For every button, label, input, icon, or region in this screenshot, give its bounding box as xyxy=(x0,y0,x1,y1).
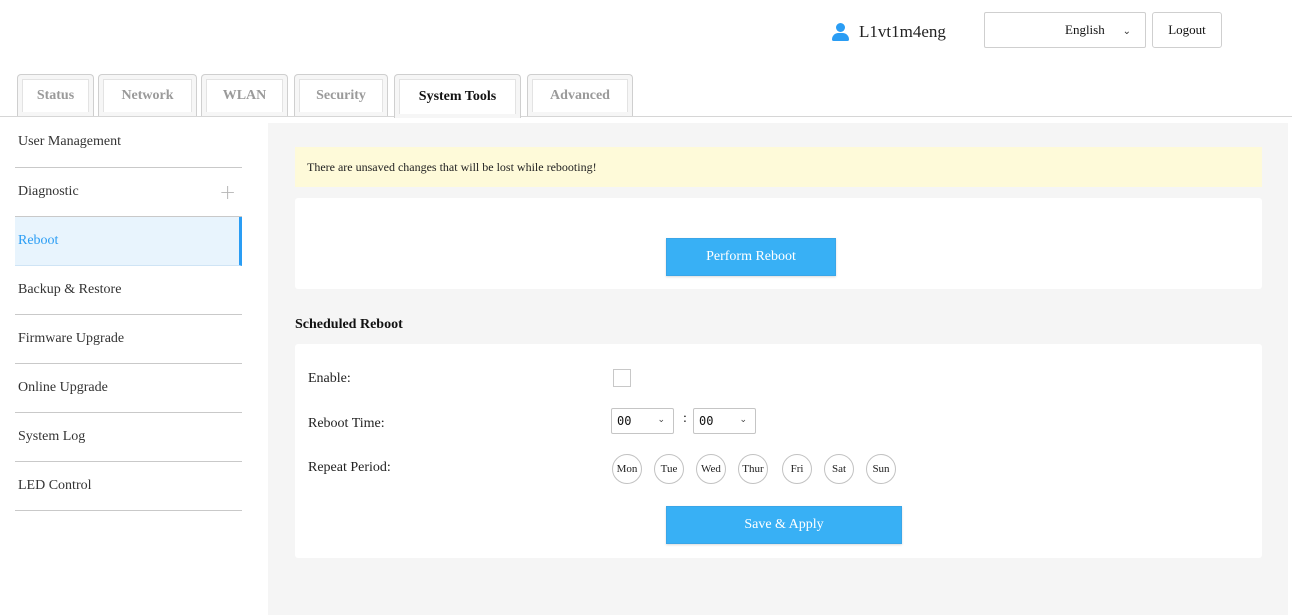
logout-button[interactable]: Logout xyxy=(1152,12,1222,48)
user-icon xyxy=(831,22,849,42)
tab-wlan[interactable]: WLAN xyxy=(201,74,288,116)
language-select[interactable]: English ⌄ xyxy=(984,12,1146,48)
tab-advanced[interactable]: Advanced xyxy=(527,74,633,116)
tab-label: Security xyxy=(299,79,383,112)
sidebar-item-label: User Management xyxy=(18,134,122,149)
hour-value: 00 xyxy=(617,414,632,428)
plus-icon[interactable]: + xyxy=(219,180,236,204)
day-toggle-tue[interactable]: Tue xyxy=(654,454,684,484)
tab-label: WLAN xyxy=(206,79,283,112)
username: L1vt1m4eng xyxy=(859,22,946,41)
day-toggle-mon[interactable]: Mon xyxy=(612,454,642,484)
sidebar-item-label: Diagnostic xyxy=(18,184,79,199)
enable-label: Enable: xyxy=(308,371,351,386)
chevron-down-icon: ⌄ xyxy=(739,415,747,425)
time-separator: : xyxy=(683,411,687,426)
top-bar: L1vt1m4eng English ⌄ Logout xyxy=(0,0,1292,62)
language-value: English xyxy=(1065,22,1105,37)
scheduled-reboot-title: Scheduled Reboot xyxy=(295,317,403,332)
minute-value: 00 xyxy=(699,414,714,428)
day-toggle-fri[interactable]: Fri xyxy=(782,454,812,484)
tab-label: Status xyxy=(22,79,89,112)
main-content: There are unsaved changes that will be l… xyxy=(268,123,1288,615)
sidebar-item-led-control[interactable]: LED Control xyxy=(15,462,242,511)
tab-label: Advanced xyxy=(532,79,628,112)
save-apply-button[interactable]: Save & Apply xyxy=(666,506,902,544)
day-toggle-thur[interactable]: Thur xyxy=(738,454,768,484)
tab-system-tools[interactable]: System Tools xyxy=(394,74,521,118)
sidebar-item-label: System Log xyxy=(18,429,86,444)
sidebar-item-label: Backup & Restore xyxy=(18,282,122,297)
sidebar-item-diagnostic[interactable]: Diagnostic + xyxy=(15,168,242,217)
tab-network[interactable]: Network xyxy=(98,74,197,116)
sidebar-item-system-log[interactable]: System Log xyxy=(15,413,242,462)
sidebar-item-user-management[interactable]: User Management xyxy=(15,119,242,168)
tab-status[interactable]: Status xyxy=(17,74,94,116)
sidebar-item-backup-restore[interactable]: Backup & Restore xyxy=(15,266,242,315)
chevron-down-icon: ⌄ xyxy=(657,415,665,425)
reboot-time-label: Reboot Time: xyxy=(308,416,385,431)
user-info: L1vt1m4eng xyxy=(831,20,946,44)
tab-security[interactable]: Security xyxy=(294,74,388,116)
sidebar-item-online-upgrade[interactable]: Online Upgrade xyxy=(15,364,242,413)
sidebar-item-label: LED Control xyxy=(18,478,92,493)
day-toggle-wed[interactable]: Wed xyxy=(696,454,726,484)
tab-divider xyxy=(0,116,1292,117)
day-toggle-sat[interactable]: Sat xyxy=(824,454,854,484)
sidebar-item-label: Firmware Upgrade xyxy=(18,331,125,346)
tab-label: Network xyxy=(103,79,192,112)
scheduled-reboot-panel: Enable: Reboot Time: 00 ⌄ : 00 ⌄ Repeat … xyxy=(295,344,1262,558)
sidebar-item-firmware-upgrade[interactable]: Firmware Upgrade xyxy=(15,315,242,364)
tab-label: System Tools xyxy=(399,79,516,114)
perform-reboot-button[interactable]: Perform Reboot xyxy=(666,238,836,276)
sidebar-item-reboot[interactable]: Reboot xyxy=(15,217,242,266)
unsaved-changes-warning: There are unsaved changes that will be l… xyxy=(295,147,1262,187)
sidebar: User Management Diagnostic + Reboot Back… xyxy=(15,119,242,511)
sidebar-item-label: Online Upgrade xyxy=(18,380,108,395)
minute-select[interactable]: 00 ⌄ xyxy=(693,408,756,434)
sidebar-item-label: Reboot xyxy=(18,233,59,248)
reboot-panel: Perform Reboot xyxy=(295,198,1262,289)
chevron-down-icon: ⌄ xyxy=(1122,26,1131,37)
day-toggle-sun[interactable]: Sun xyxy=(866,454,896,484)
hour-select[interactable]: 00 ⌄ xyxy=(611,408,674,434)
enable-checkbox[interactable] xyxy=(613,369,631,387)
repeat-period-label: Repeat Period: xyxy=(308,460,391,475)
